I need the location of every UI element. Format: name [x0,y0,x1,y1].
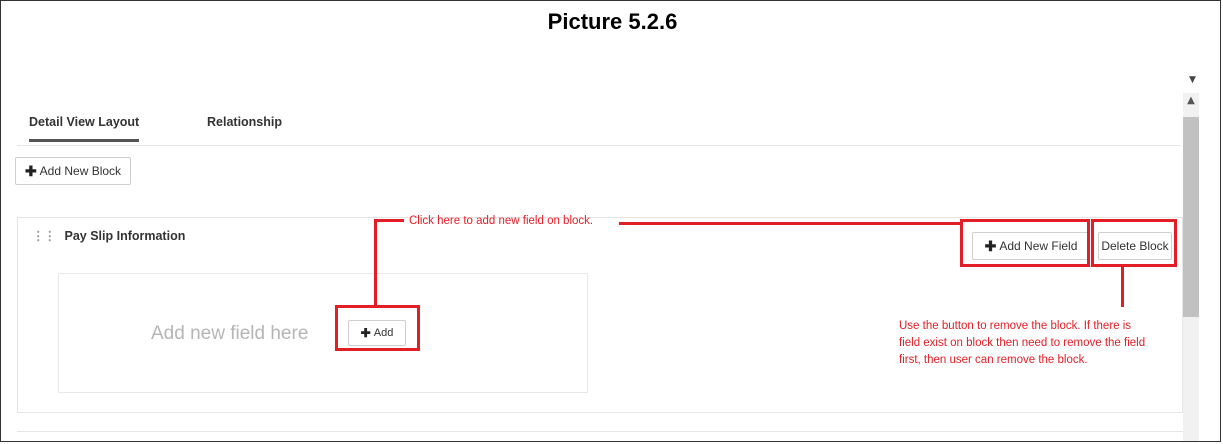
scrollbar-thumb[interactable] [1183,117,1199,317]
add-new-block-label: Add New Block [39,164,122,178]
vertical-scrollbar[interactable]: ▲ [1183,93,1199,441]
tab-relationship[interactable]: Relationship [207,115,282,129]
plus-icon: ✚ [24,162,37,179]
highlight-add-new-field [960,219,1090,267]
highlight-add-button [335,305,420,351]
delete-note-line-3: first, then user can remove the block. [899,354,1088,366]
block-title: ⋮⋮ Pay Slip Information [32,228,185,243]
connector-to-add-new-field [619,222,960,225]
document-title: Picture 5.2.6 [547,9,678,34]
document-frame: Picture 5.2.6 ▼ Detail View Layout Relat… [0,0,1221,442]
delete-note-line-2: field exist on block then need to remove… [899,337,1146,349]
drop-zone-placeholder: Add new field here [151,323,309,344]
drag-handle-icon[interactable]: ⋮⋮ [32,229,56,243]
connector-horizontal-add [374,219,404,222]
tab-detail-view-layout[interactable]: Detail View Layout [29,115,140,142]
section-divider [17,431,1183,432]
connector-delete-block [1121,267,1124,307]
delete-block-annotation: Use the button to remove the block. If t… [899,318,1145,369]
add-field-annotation: Click here to add new field on block. [409,215,594,227]
delete-note-line-1: Use the button to remove the block. If t… [899,320,1132,332]
highlight-delete-block [1091,219,1177,267]
chevron-up-icon[interactable]: ▲ [1183,95,1199,106]
add-new-block-button[interactable]: ✚ Add New Block [15,157,131,185]
tab-bar: Detail View Layout Relationship [17,107,1181,146]
field-drop-zone: Add new field here ✚ Add [58,273,588,393]
block-title-text: Pay Slip Information [64,229,186,243]
chevron-down-icon[interactable]: ▼ [1189,75,1196,85]
connector-vertical-add [374,219,377,307]
